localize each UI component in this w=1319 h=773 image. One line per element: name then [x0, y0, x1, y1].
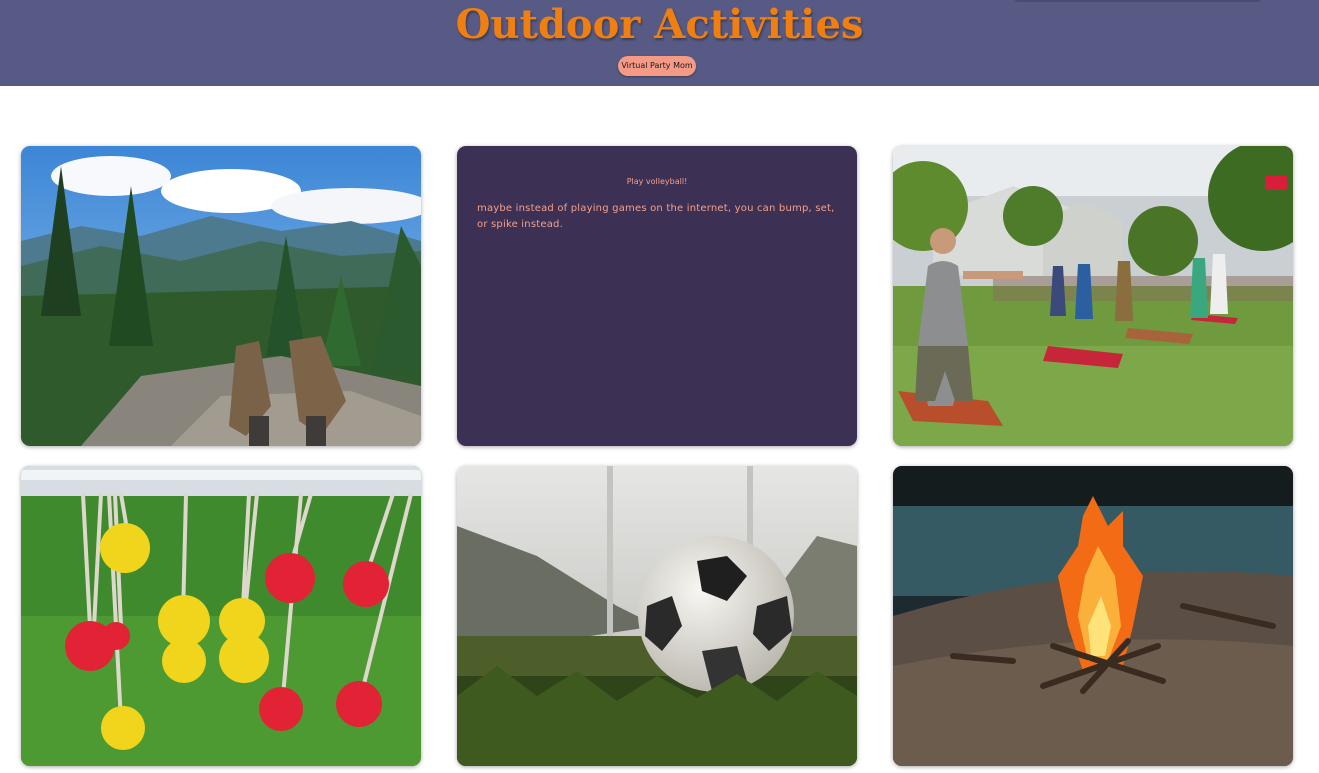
campfire-photo [893, 466, 1293, 766]
activity-card-ladder-ball[interactable] [21, 466, 421, 766]
hiking-photo [21, 146, 421, 446]
activity-card-cornhole[interactable] [893, 146, 1293, 446]
soccer-photo [457, 466, 857, 766]
cornhole-photo [893, 146, 1293, 446]
activity-card-soccer[interactable] [457, 466, 857, 766]
card-description: maybe instead of playing games on the in… [477, 203, 835, 230]
page-title: Outdoor Activities [455, 1, 864, 48]
activity-card-campfire[interactable] [893, 466, 1293, 766]
card-title: Play volleyball! [626, 177, 688, 186]
author-badge-button[interactable]: Virtual Party Mom [618, 56, 696, 76]
page-header: Outdoor Activities Virtual Party Mom [0, 0, 1319, 86]
activity-card-hiking[interactable] [21, 146, 421, 446]
ladder-ball-photo [21, 466, 421, 766]
activity-card-volleyball[interactable]: Play volleyball! maybe instead of playin… [457, 146, 857, 446]
